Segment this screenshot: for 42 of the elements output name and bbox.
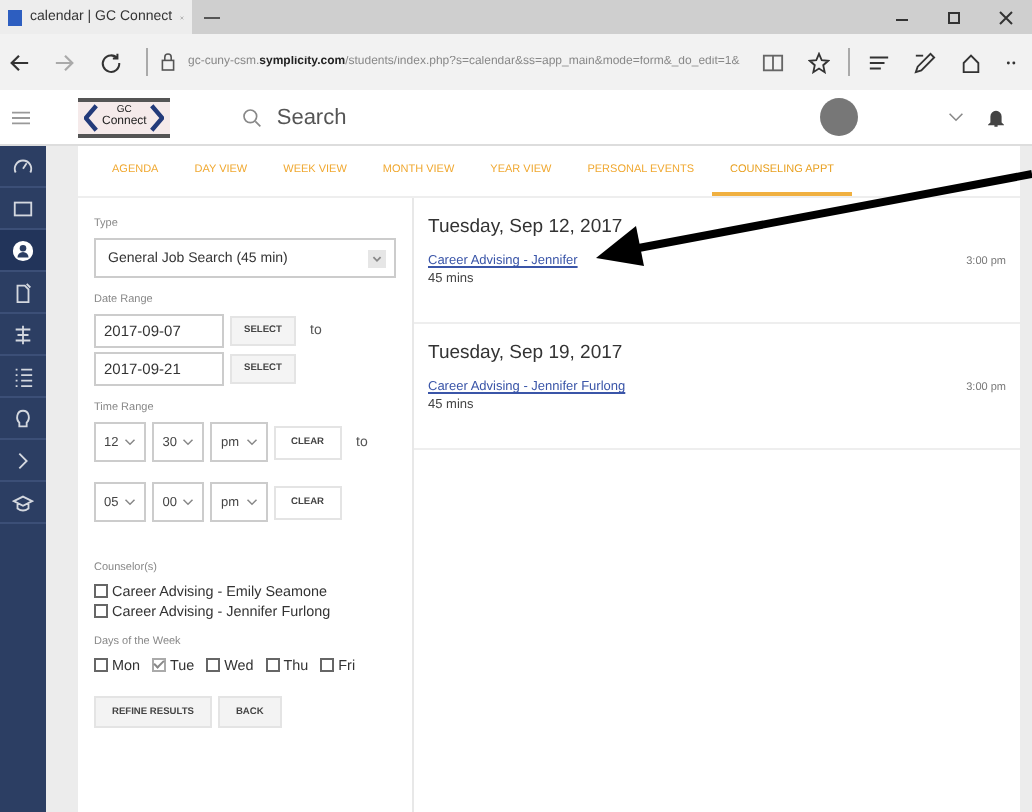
- screen-icon: [12, 197, 34, 219]
- refresh-icon[interactable]: [100, 51, 122, 73]
- caret-icon: [124, 438, 137, 446]
- caret-icon: [245, 438, 257, 446]
- maximize-icon[interactable]: [946, 9, 962, 25]
- checkbox[interactable]: [320, 658, 335, 672]
- lightbulb-icon: [12, 407, 34, 429]
- caret-icon: [245, 498, 257, 506]
- signpost-icon: [12, 323, 34, 345]
- document-icon: [12, 281, 34, 303]
- reading-view-icon[interactable]: [762, 51, 784, 73]
- close-icon[interactable]: [998, 9, 1014, 25]
- star-icon[interactable]: [808, 51, 830, 73]
- graduation-cap-icon: [12, 491, 34, 513]
- sidebar-item[interactable]: [0, 230, 46, 272]
- caret-icon: [182, 438, 195, 446]
- menu-icon[interactable]: [12, 109, 30, 125]
- bell-icon[interactable]: [988, 107, 1004, 127]
- hub-icon[interactable]: [868, 51, 890, 73]
- page-icon: [8, 9, 22, 25]
- checkbox[interactable]: [94, 604, 108, 618]
- caret-icon: [368, 249, 386, 267]
- list-icon: [12, 365, 34, 387]
- event-date: Tuesday, Sep 12, 2017: [428, 216, 625, 238]
- caret-icon: [124, 498, 137, 506]
- pen-icon[interactable]: [914, 51, 936, 73]
- checkbox[interactable]: [94, 658, 108, 672]
- search-icon[interactable]: [242, 107, 263, 127]
- avatar[interactable]: [820, 98, 858, 136]
- checkbox[interactable]: [265, 658, 280, 672]
- gauge-icon: [12, 155, 34, 177]
- checkbox[interactable]: [151, 658, 166, 672]
- share-icon[interactable]: [960, 51, 982, 73]
- checkbox[interactable]: [206, 658, 221, 672]
- checkbox[interactable]: [94, 584, 108, 598]
- dropdown-icon[interactable]: [948, 112, 964, 122]
- lock-icon: [160, 52, 176, 72]
- search-field[interactable]: Search: [272, 103, 481, 131]
- back-icon[interactable]: [8, 51, 30, 73]
- person-icon: [12, 239, 34, 261]
- event-date: Tuesday, Sep 19, 2017: [428, 342, 625, 364]
- caret-icon: [182, 498, 195, 506]
